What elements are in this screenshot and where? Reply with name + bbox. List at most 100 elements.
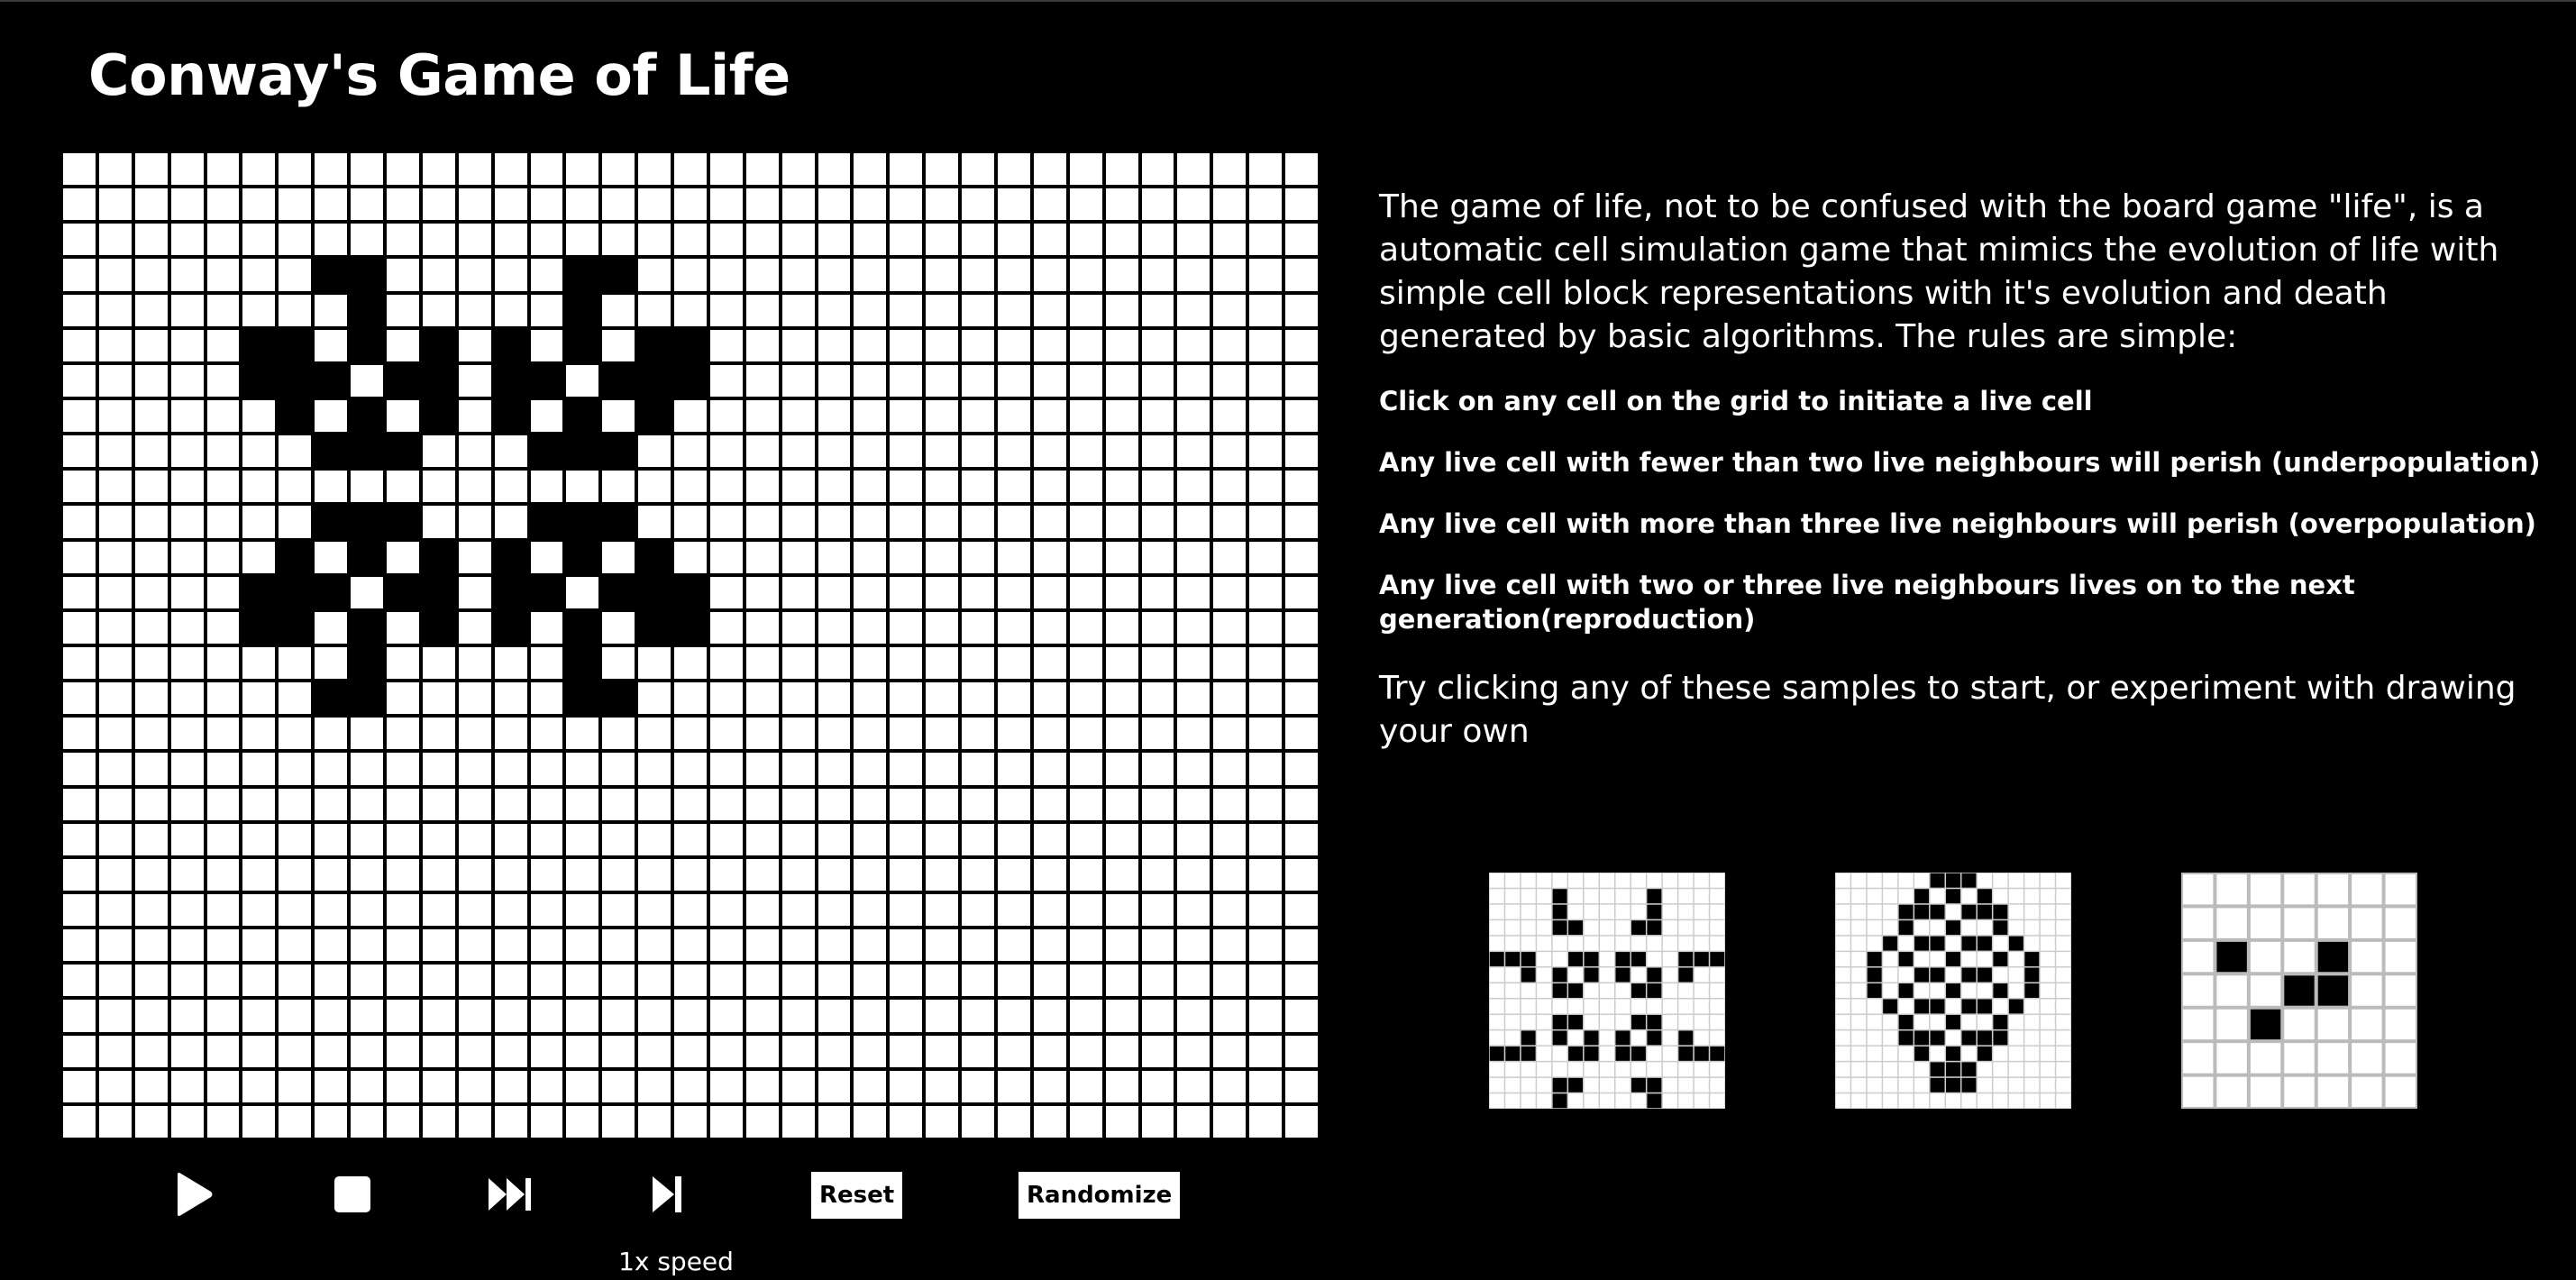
grid-cell[interactable] (926, 329, 959, 361)
grid-cell[interactable] (206, 753, 240, 785)
grid-cell[interactable] (781, 435, 815, 468)
grid-cell[interactable] (1069, 329, 1102, 361)
grid-cell[interactable] (206, 471, 240, 503)
grid-cell[interactable] (709, 506, 743, 538)
grid-cell[interactable] (1177, 646, 1210, 680)
grid-cell[interactable] (1033, 965, 1066, 997)
reset-button[interactable]: Reset (811, 1172, 903, 1219)
grid-cell[interactable] (854, 753, 887, 785)
grid-cell[interactable] (98, 435, 132, 468)
grid-cell[interactable] (854, 646, 887, 680)
grid-cell[interactable] (134, 682, 168, 715)
grid-cell[interactable] (854, 965, 887, 997)
grid-cell[interactable] (134, 364, 168, 397)
grid-cell[interactable] (1141, 224, 1174, 256)
grid-cell[interactable] (98, 1035, 132, 1067)
grid-cell[interactable] (98, 929, 132, 962)
grid-cell[interactable] (351, 858, 383, 891)
grid-cell[interactable] (1069, 506, 1102, 538)
grid-cell[interactable] (458, 576, 491, 608)
live-cell[interactable] (530, 435, 563, 468)
live-cell[interactable] (242, 364, 276, 397)
grid-cell[interactable] (709, 1105, 743, 1138)
grid-cell[interactable] (279, 471, 312, 503)
grid-cell[interactable] (170, 294, 204, 326)
grid-cell[interactable] (422, 893, 455, 927)
grid-cell[interactable] (998, 259, 1030, 291)
grid-cell[interactable] (962, 506, 995, 538)
live-cell[interactable] (279, 329, 312, 361)
grid-cell[interactable] (745, 1070, 779, 1102)
grid-cell[interactable] (674, 788, 707, 820)
grid-cell[interactable] (170, 224, 204, 256)
live-cell[interactable] (566, 329, 599, 361)
grid-cell[interactable] (279, 753, 312, 785)
live-cell[interactable] (279, 399, 312, 433)
live-cell[interactable] (602, 259, 635, 291)
grid-cell[interactable] (709, 858, 743, 891)
grid-cell[interactable] (745, 823, 779, 855)
grid-cell[interactable] (781, 611, 815, 644)
grid-cell[interactable] (638, 718, 671, 750)
grid-cell[interactable] (745, 188, 779, 221)
randomize-button[interactable]: Randomize (1019, 1172, 1181, 1219)
grid-cell[interactable] (1213, 718, 1247, 750)
grid-cell[interactable] (709, 329, 743, 361)
grid-cell[interactable] (494, 788, 527, 820)
grid-cell[interactable] (494, 753, 527, 785)
grid-cell[interactable] (63, 1035, 96, 1067)
grid-cell[interactable] (170, 858, 204, 891)
grid-cell[interactable] (351, 753, 383, 785)
grid-cell[interactable] (926, 576, 959, 608)
grid-cell[interactable] (1033, 929, 1066, 962)
grid-cell[interactable] (63, 399, 96, 433)
grid-cell[interactable] (818, 788, 851, 820)
grid-cell[interactable] (1105, 399, 1138, 433)
grid-cell[interactable] (1141, 259, 1174, 291)
grid-cell[interactable] (1249, 1000, 1283, 1032)
grid-cell[interactable] (602, 541, 635, 573)
grid-cell[interactable] (1141, 611, 1174, 644)
grid-cell[interactable] (386, 611, 419, 644)
grid-cell[interactable] (1213, 153, 1247, 186)
grid-cell[interactable] (170, 1105, 204, 1138)
grid-cell[interactable] (709, 364, 743, 397)
grid-cell[interactable] (1141, 646, 1174, 680)
grid-cell[interactable] (1285, 1105, 1318, 1138)
grid-cell[interactable] (1249, 188, 1283, 221)
grid-cell[interactable] (1141, 1000, 1174, 1032)
grid-cell[interactable] (1249, 682, 1283, 715)
grid-cell[interactable] (781, 1070, 815, 1102)
grid-cell[interactable] (854, 153, 887, 186)
grid-cell[interactable] (962, 188, 995, 221)
grid-cell[interactable] (602, 823, 635, 855)
grid-cell[interactable] (206, 329, 240, 361)
grid-cell[interactable] (1141, 718, 1174, 750)
grid-cell[interactable] (674, 682, 707, 715)
grid-cell[interactable] (674, 893, 707, 927)
grid-cell[interactable] (458, 259, 491, 291)
grid-cell[interactable] (1285, 682, 1318, 715)
grid-cell[interactable] (315, 893, 348, 927)
grid-cell[interactable] (351, 788, 383, 820)
grid-cell[interactable] (1177, 471, 1210, 503)
grid-cell[interactable] (1213, 294, 1247, 326)
grid-cell[interactable] (745, 646, 779, 680)
grid-cell[interactable] (1105, 188, 1138, 221)
grid-cell[interactable] (1105, 1070, 1138, 1102)
grid-cell[interactable] (1069, 364, 1102, 397)
grid-cell[interactable] (1213, 1105, 1247, 1138)
grid-cell[interactable] (1285, 788, 1318, 820)
live-cell[interactable] (351, 259, 383, 291)
grid-cell[interactable] (998, 329, 1030, 361)
grid-cell[interactable] (134, 576, 168, 608)
grid-cell[interactable] (242, 471, 276, 503)
grid-cell[interactable] (998, 611, 1030, 644)
grid-cell[interactable] (315, 1000, 348, 1032)
grid-cell[interactable] (170, 893, 204, 927)
grid-cell[interactable] (926, 718, 959, 750)
grid-cell[interactable] (1249, 1105, 1283, 1138)
grid-cell[interactable] (745, 718, 779, 750)
grid-cell[interactable] (854, 329, 887, 361)
grid-cell[interactable] (315, 823, 348, 855)
